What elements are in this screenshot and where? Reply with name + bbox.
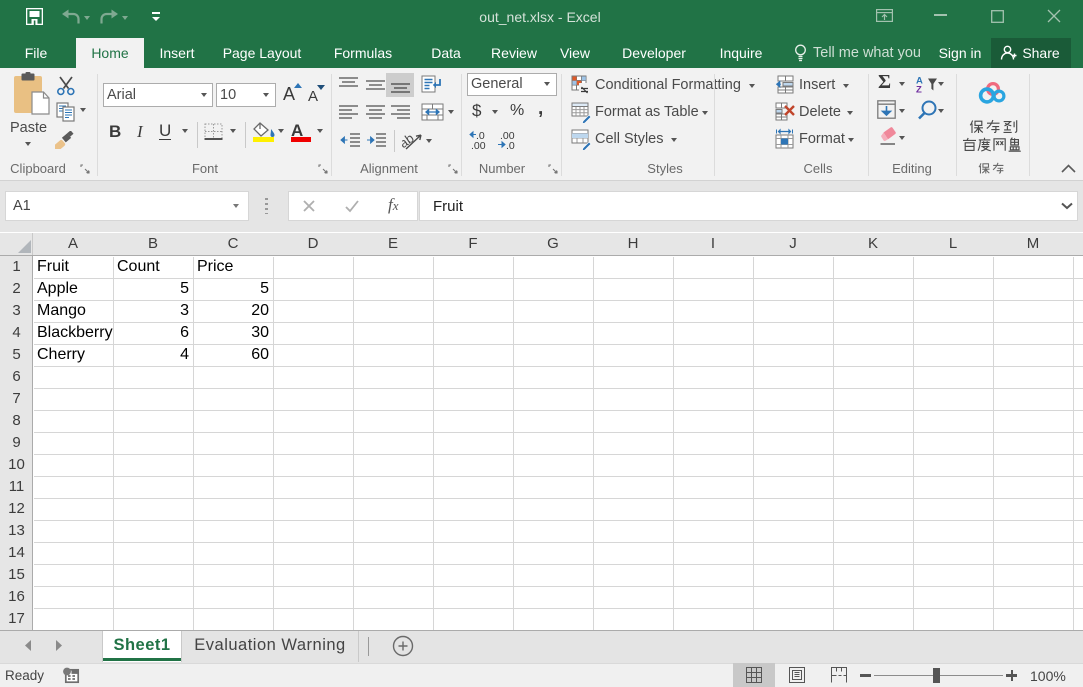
- svg-text:.00: .00: [471, 140, 486, 150]
- svg-text:.0: .0: [506, 140, 515, 150]
- svg-text:Z: Z: [916, 85, 922, 94]
